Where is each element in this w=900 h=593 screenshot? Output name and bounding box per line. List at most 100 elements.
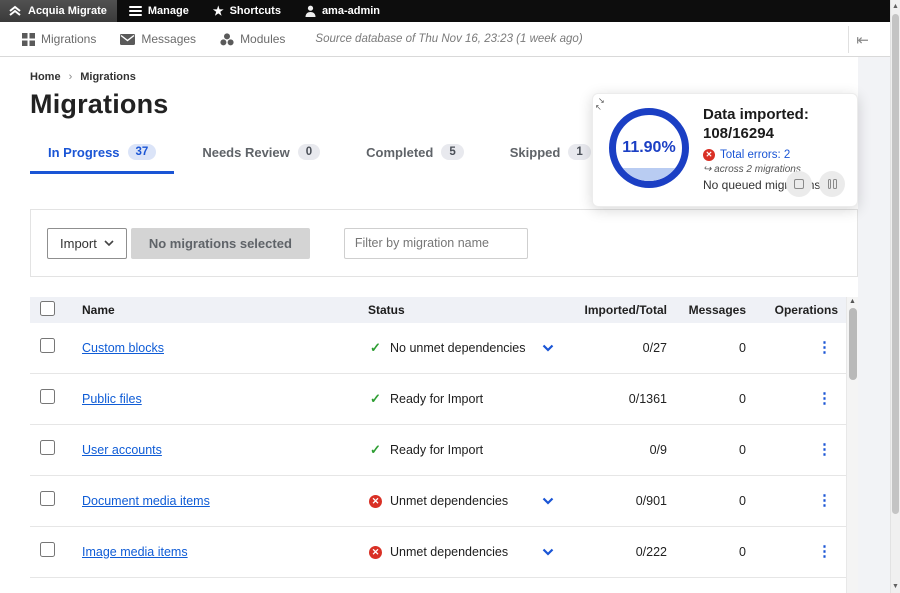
manage-menu[interactable]: Manage <box>117 0 201 22</box>
tab-count-badge: 37 <box>128 144 157 160</box>
migration-name-link[interactable]: User accounts <box>82 443 162 457</box>
filter-panel: Import No migrations selected <box>30 209 858 277</box>
table-scrollbar-up-arrow[interactable]: ▲ <box>847 298 858 305</box>
toolbar-item-messages[interactable]: Messages <box>108 32 208 46</box>
messages-count: 0 <box>667 341 746 355</box>
imported-total-value: 0/9 <box>568 443 667 457</box>
migration-name-link[interactable]: Public files <box>82 392 142 406</box>
migration-name-link[interactable]: Custom blocks <box>82 341 164 355</box>
migration-name-link[interactable]: Document media items <box>82 494 210 508</box>
tab-count-badge: 5 <box>441 144 463 160</box>
progress-ring-fill <box>616 168 682 181</box>
progress-percent: 11.90% <box>622 139 675 157</box>
row-checkbox[interactable] <box>40 338 55 353</box>
toolbar: Migrations Messages Modules Source datab… <box>0 22 890 57</box>
table-row: Image media items✕Unmet dependencies0/22… <box>30 527 858 578</box>
breadcrumb-home-link[interactable]: Home <box>30 71 61 83</box>
tab-completed[interactable]: Completed5 <box>348 136 482 174</box>
data-imported-count: 108/16294 <box>703 125 820 144</box>
status-text: Ready for Import <box>390 392 542 406</box>
tab-label: In Progress <box>48 145 120 160</box>
toolbar-migrations-label: Migrations <box>41 32 96 46</box>
table-row: Private files✕Unmet dependencies0/10⋮ <box>30 578 858 593</box>
user-icon <box>305 5 316 17</box>
pause-import-button[interactable] <box>819 171 845 197</box>
star-icon: ★ <box>213 5 224 17</box>
operations-menu-icon[interactable]: ⋮ <box>817 341 832 355</box>
acquia-migrate-brand[interactable]: Acquia Migrate <box>0 0 117 22</box>
status-check-icon: ✓ <box>370 391 381 407</box>
status-text: No unmet dependencies <box>390 341 542 355</box>
status-error-icon: ✕ <box>369 546 382 559</box>
import-progress-card: ↘↖ 11.90% Data imported: 108/16294 ✕ Tot… <box>592 93 858 207</box>
table-scrollbar[interactable]: ▲ <box>846 297 858 593</box>
messages-count: 0 <box>667 392 746 406</box>
row-checkbox[interactable] <box>40 440 55 455</box>
breadcrumb-separator: › <box>69 71 73 83</box>
page-scrollbar-thumb[interactable] <box>892 14 899 514</box>
shortcuts-label: Shortcuts <box>230 5 281 17</box>
total-errors-label: Total errors: 2 <box>720 149 790 161</box>
tab-needs-review[interactable]: Needs Review0 <box>184 136 338 174</box>
tab-label: Skipped <box>510 145 561 160</box>
expand-chevron-icon[interactable] <box>542 497 554 505</box>
toolbar-item-modules[interactable]: Modules <box>208 32 297 46</box>
no-migrations-selected-button: No migrations selected <box>131 228 310 259</box>
tab-count-badge: 1 <box>568 144 590 160</box>
header-status: Status <box>338 303 568 317</box>
header-operations: Operations <box>746 303 846 317</box>
manage-label: Manage <box>148 5 189 17</box>
scrollbar-up-arrow[interactable]: ▲ <box>891 3 900 10</box>
total-errors-link[interactable]: ✕ Total errors: 2 <box>703 149 820 161</box>
status-text: Unmet dependencies <box>390 494 542 508</box>
stop-icon <box>794 179 804 189</box>
operations-menu-icon[interactable]: ⋮ <box>817 545 832 559</box>
double-chevron-up-icon <box>8 5 22 17</box>
migration-name-link[interactable]: Image media items <box>82 545 188 559</box>
collapse-toolbar-button[interactable]: ⇤ <box>848 26 876 53</box>
shortcuts-menu[interactable]: ★ Shortcuts <box>201 0 293 22</box>
header-imported-total: Imported/Total <box>568 303 667 317</box>
grid-icon <box>22 33 35 46</box>
row-checkbox[interactable] <box>40 491 55 506</box>
table-scrollbar-thumb[interactable] <box>849 308 857 380</box>
messages-count: 0 <box>667 443 746 457</box>
import-dropdown-button[interactable]: Import <box>47 228 127 259</box>
messages-count: 0 <box>667 545 746 559</box>
user-menu[interactable]: ama-admin <box>293 0 392 22</box>
toolbar-messages-label: Messages <box>141 32 196 46</box>
toolbar-item-migrations[interactable]: Migrations <box>10 32 108 46</box>
stop-import-button[interactable] <box>786 171 812 197</box>
status-text: Ready for Import <box>390 443 542 457</box>
row-checkbox[interactable] <box>40 389 55 404</box>
collapse-card-icon[interactable]: ↘↖ <box>598 97 605 111</box>
toolbar-modules-label: Modules <box>240 32 285 46</box>
brand-label: Acquia Migrate <box>28 5 107 17</box>
migrations-table: Name Status Imported/Total Messages Oper… <box>30 297 858 593</box>
operations-menu-icon[interactable]: ⋮ <box>817 443 832 457</box>
migration-filter-input[interactable] <box>344 228 528 259</box>
table-header-row: Name Status Imported/Total Messages Oper… <box>30 297 858 323</box>
operations-menu-icon[interactable]: ⋮ <box>817 392 832 406</box>
tab-label: Needs Review <box>202 145 289 160</box>
header-messages: Messages <box>667 303 746 317</box>
data-imported-label: Data imported: <box>703 106 820 125</box>
breadcrumb-current: Migrations <box>80 71 136 83</box>
table-body: Custom blocks✓No unmet dependencies0/270… <box>30 323 858 593</box>
breadcrumb: Home › Migrations <box>30 71 858 83</box>
table-row: Public files✓Ready for Import0/13610⋮ <box>30 374 858 425</box>
page-scrollbar[interactable]: ▲ ▼ <box>890 0 900 593</box>
progress-ring: 11.90% <box>609 108 689 188</box>
operations-menu-icon[interactable]: ⋮ <box>817 494 832 508</box>
table-row: User accounts✓Ready for Import0/90⋮ <box>30 425 858 476</box>
scrollbar-down-arrow[interactable]: ▼ <box>891 583 900 590</box>
tab-in-progress[interactable]: In Progress 37 <box>30 136 174 174</box>
select-all-checkbox[interactable] <box>40 301 55 316</box>
expand-chevron-icon[interactable] <box>542 344 554 352</box>
expand-chevron-icon[interactable] <box>542 548 554 556</box>
hamburger-icon <box>129 6 142 16</box>
imported-total-value: 0/222 <box>568 545 667 559</box>
row-checkbox[interactable] <box>40 542 55 557</box>
envelope-icon <box>120 34 135 45</box>
status-check-icon: ✓ <box>370 340 381 356</box>
